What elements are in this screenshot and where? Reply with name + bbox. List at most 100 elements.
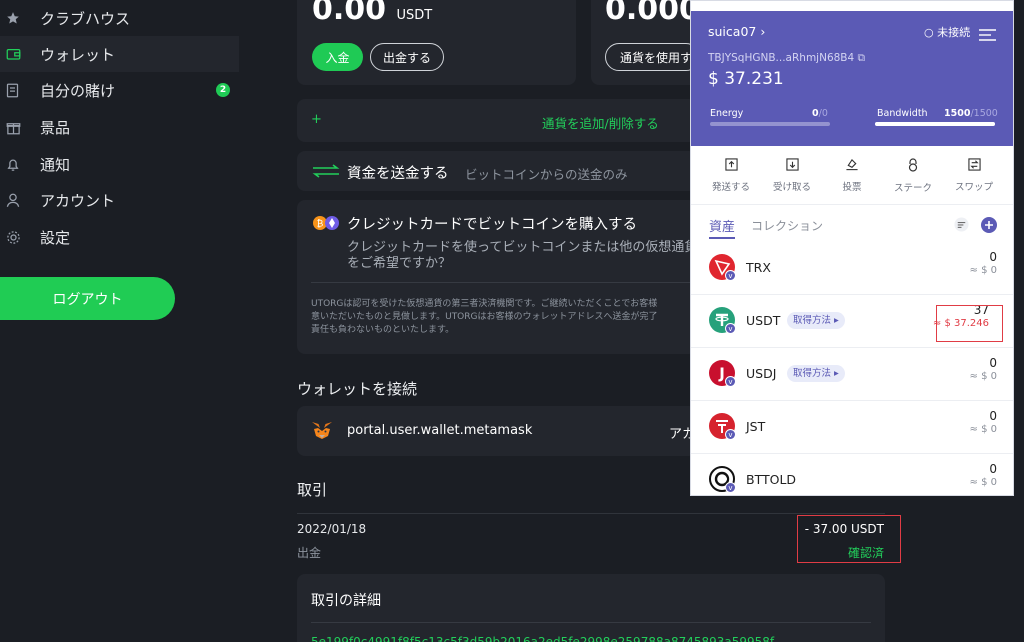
sidebar-item-label: 景品 — [40, 118, 71, 137]
send-funds-note: ビットコインからの送金のみ — [465, 167, 628, 182]
send-action[interactable]: 発送する — [701, 158, 761, 193]
energy-value: 0/0 — [812, 108, 828, 119]
sidebar-item-label: 通知 — [40, 155, 71, 174]
bell-icon — [0, 157, 40, 172]
receive-action[interactable]: 受け取る — [762, 158, 822, 193]
tron-chain-badge-icon: v — [725, 376, 736, 387]
token-amount: 0 ≈ $ 0 — [969, 356, 997, 382]
how-to-get-tag[interactable]: 取得方法 ▸ — [787, 312, 845, 329]
transactions-title: 取引 — [297, 481, 328, 499]
tron-chain-badge-icon: v — [725, 482, 736, 493]
token-amount: 0 ≈ $ 0 — [969, 462, 997, 488]
transaction-date: 2022/01/18 — [297, 522, 367, 536]
download-icon — [762, 158, 822, 174]
metamask-wallet-row[interactable]: portal.user.wallet.metamask アカ — [297, 406, 697, 456]
svg-text:J: J — [718, 365, 725, 383]
credit-card-panel: ₿ クレジットカードでビットコインを購入する クレジットカードを使ってビットコイ… — [297, 200, 710, 354]
sidebar-item-clubhouse[interactable]: クラブハウス — [0, 0, 239, 36]
use-currency-button[interactable]: 通貨を使用する — [605, 43, 700, 71]
sidebar-item-notifications[interactable]: 通知 — [0, 146, 239, 182]
sidebar-item-account[interactable]: アカウント — [0, 182, 239, 218]
disclaimer-line-1: UTORGは認可を受けた仮想通貨の第三者決済機関です。ご継続いただくことでお客様 — [311, 299, 658, 309]
menu-icon[interactable] — [979, 26, 996, 45]
sidebar-item-label: アカウント — [40, 191, 116, 210]
secondary-balance-amount: 0.0001 — [605, 0, 690, 27]
receipt-icon — [0, 83, 40, 98]
tab-collections[interactable]: コレクション — [751, 217, 823, 234]
withdraw-button[interactable]: 出金する — [370, 43, 444, 71]
divider — [297, 513, 885, 514]
add-token-icon[interactable] — [981, 217, 997, 237]
connection-status[interactable]: ○ 未接続 — [924, 24, 970, 40]
tab-assets[interactable]: 資産 — [709, 216, 736, 239]
sidebar-item-my-bets[interactable]: 自分の賭け 2 — [0, 72, 239, 108]
token-name: BTTOLD — [746, 472, 797, 487]
sidebar-item-prizes[interactable]: 景品 — [0, 109, 239, 145]
connect-wallet-title: ウォレットを接続 — [297, 380, 418, 398]
divider — [311, 282, 691, 283]
sidebar-item-label: 設定 — [40, 228, 71, 247]
token-row-bttold[interactable]: v BTTOLD 0 ≈ $ 0 — [691, 454, 1013, 495]
transaction-hash[interactable]: 5e199f0c4991f8f5c13c5f3d59b2016a2ed5fe29… — [311, 635, 871, 642]
token-row-jst[interactable]: v JST 0 ≈ $ 0 — [691, 401, 1013, 454]
wallet-balance: $ 37.231 — [708, 69, 784, 89]
star-icon — [0, 11, 40, 25]
add-currency-bar[interactable]: + 通貨を追加/削除する — [297, 99, 697, 142]
highlight-box — [797, 515, 901, 563]
user-icon — [0, 193, 40, 208]
credit-card-title: クレジットカードでビットコインを購入する — [347, 217, 637, 233]
disclaimer-line-3: 責任も負わないものといたします。 — [311, 325, 455, 335]
send-funds-bar[interactable]: 資金を送金する ビットコインからの送金のみ — [297, 151, 697, 191]
disclaimer-line-2: 意いただいたものと見做します。UTORGはお客様のウォレットアドレスへ送金が完了 — [311, 312, 658, 322]
bandwidth-value: 1500/1500 — [944, 108, 998, 119]
stake-action[interactable]: ステーク — [883, 158, 943, 194]
account-selector[interactable]: suica07 › — [708, 24, 765, 39]
vote-action[interactable]: 投票 — [822, 158, 882, 193]
send-funds-title: 資金を送金する — [347, 166, 449, 182]
divider — [311, 622, 871, 623]
token-name: TRX — [746, 260, 771, 275]
highlight-box — [936, 305, 1003, 342]
sort-icon[interactable] — [954, 217, 969, 236]
balance-amount: 0.00 USDT — [312, 0, 433, 27]
metamask-fox-icon — [311, 421, 333, 445]
token-row-usdj[interactable]: J v USDJ 取得方法 ▸ 0 ≈ $ 0 — [691, 348, 1013, 401]
deposit-button[interactable]: 入金 — [312, 43, 363, 71]
sidebar-item-wallet[interactable]: ウォレット — [0, 36, 239, 72]
token-name: USDJ — [746, 366, 777, 381]
transaction-details-panel: 取引の詳細 5e199f0c4991f8f5c13c5f3d59b2016a2e… — [297, 574, 885, 642]
tron-chain-badge-icon: v — [725, 270, 736, 281]
vote-icon — [822, 158, 882, 174]
energy-label: Energy — [710, 108, 744, 119]
transfer-arrows-icon — [311, 163, 341, 183]
notification-badge: 2 — [216, 83, 230, 97]
tron-chain-badge-icon: v — [725, 429, 736, 440]
token-amount: 0 ≈ $ 0 — [969, 250, 997, 276]
energy-bar — [710, 122, 830, 126]
bandwidth-bar-fill — [875, 122, 995, 126]
add-currency-label: 通貨を追加/削除する — [542, 116, 659, 131]
tron-chain-badge-icon: v — [725, 323, 736, 334]
sidebar-item-label: ウォレット — [40, 45, 116, 64]
plus-icon: + — [311, 112, 322, 127]
token-row-trx[interactable]: v TRX 0 ≈ $ 0 — [691, 242, 1013, 295]
transaction-type: 出金 — [297, 546, 322, 560]
swap-action[interactable]: スワップ — [944, 158, 1004, 193]
bandwidth-label: Bandwidth — [877, 108, 928, 119]
token-name: JST — [746, 419, 766, 434]
wallet-address[interactable]: TBJYSqHGNB...aRhmjN68B4 ⧉ — [708, 52, 865, 65]
upload-icon — [701, 158, 761, 174]
how-to-get-tag[interactable]: 取得方法 ▸ — [787, 365, 845, 382]
status-circle-icon: ○ — [924, 26, 934, 39]
copy-icon[interactable]: ⧉ — [858, 52, 866, 64]
bandwidth-bar — [875, 122, 995, 126]
svg-text:₿: ₿ — [317, 219, 324, 230]
sidebar-item-settings[interactable]: 設定 — [0, 219, 239, 255]
lock-icon — [883, 158, 943, 175]
sidebar-item-label: 自分の賭け — [40, 81, 116, 100]
metamask-wallet-name: portal.user.wallet.metamask — [347, 423, 533, 438]
wallet-header: suica07 › ○ 未接続 TBJYSqHGNB...aRhmjN68B4 … — [691, 11, 1013, 146]
logout-button[interactable]: ログアウト — [0, 277, 175, 320]
token-name: USDT — [746, 313, 781, 328]
wallet-extension-popup: suica07 › ○ 未接続 TBJYSqHGNB...aRhmjN68B4 … — [690, 0, 1014, 496]
